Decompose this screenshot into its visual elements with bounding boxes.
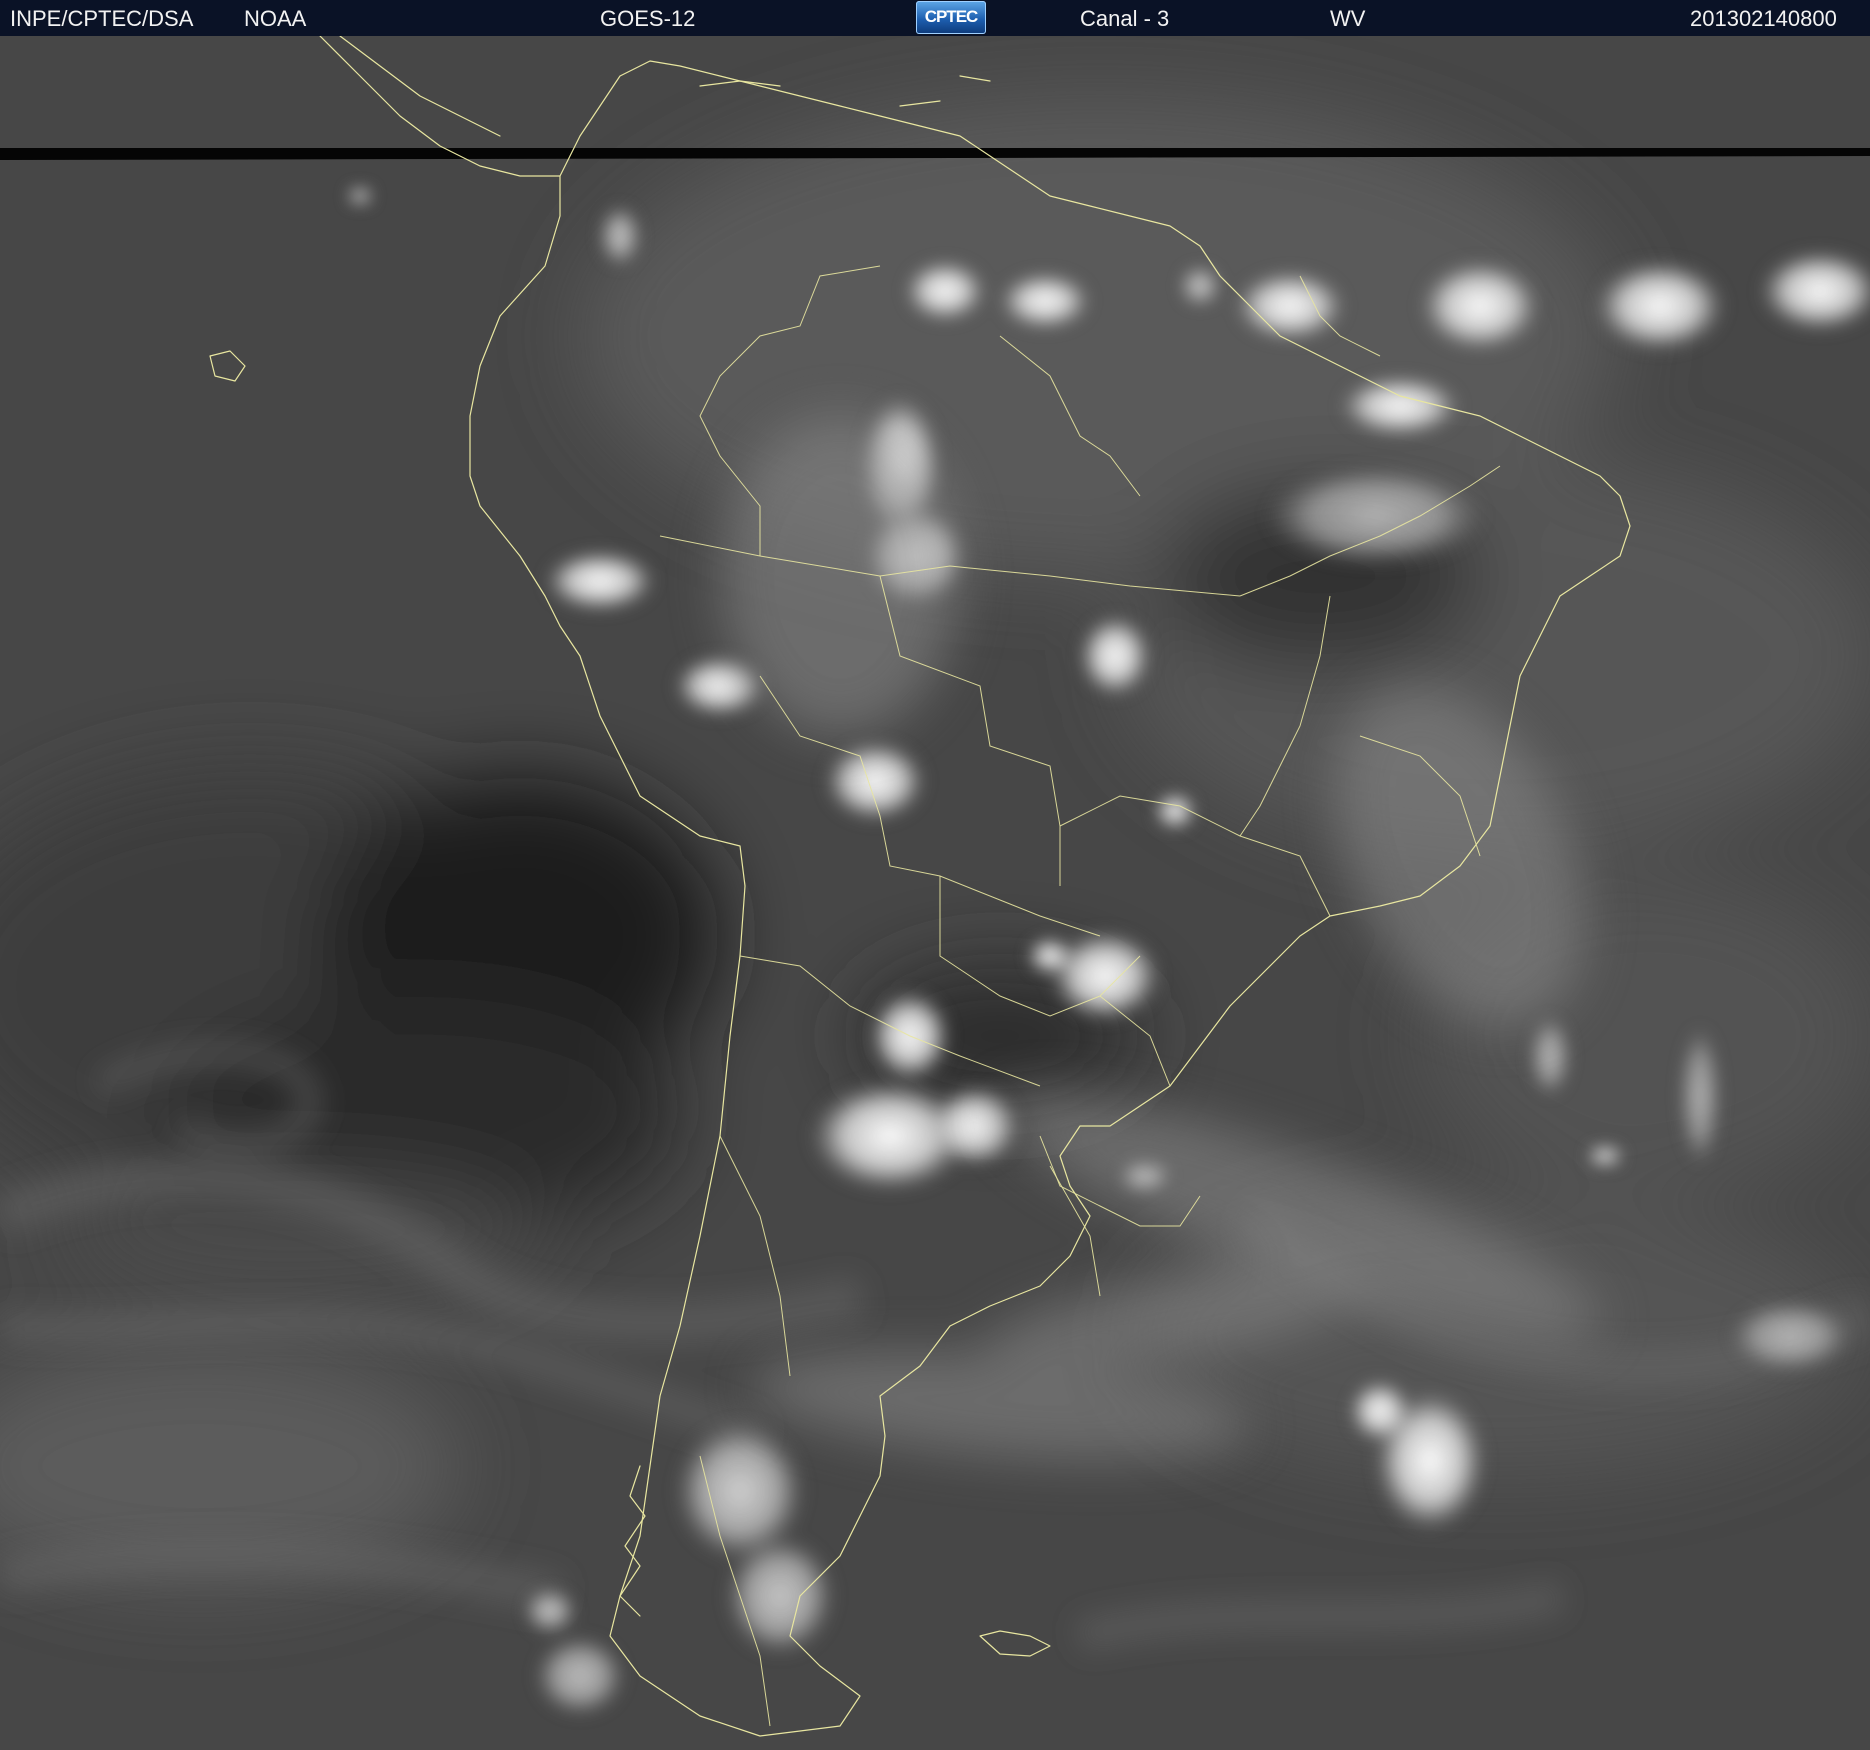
satellite-image [0,36,1870,1750]
channel-label: Canal - 3 [1080,6,1170,31]
logo-text: CPTEC [924,7,979,26]
image-header-bar: INPE/CPTEC/DSA NOAA GOES-12 CPTEC Canal … [0,0,1870,37]
satellite-label: GOES-12 [600,6,696,31]
cptec-logo-icon: CPTEC [916,1,986,34]
band-label: WV [1330,6,1366,31]
source-label: INPE/CPTEC/DSA [10,6,194,31]
timestamp-label: 201302140800 [1690,6,1837,31]
agency-label: NOAA [244,6,307,31]
